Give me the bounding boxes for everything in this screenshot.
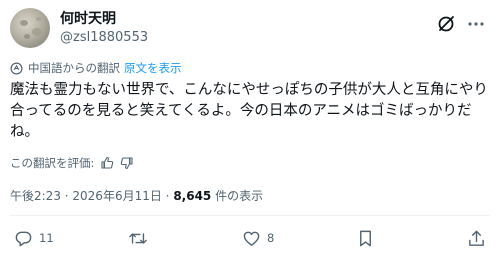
translation-notice-text: 中国語からの翻訳 [28,61,120,75]
like-count: 8 [267,231,275,245]
reply-button[interactable]: 11 [14,226,54,250]
reply-count: 11 [39,231,54,245]
author-handle[interactable]: @zsl1880553 [60,29,148,47]
reply-icon [15,231,32,246]
retweet-icon [129,232,147,244]
rate-translation: この翻訳を評価: [10,155,134,171]
share-icon [469,230,484,246]
translate-icon [10,62,23,74]
show-original-link[interactable]: 原文を表示 [124,60,182,76]
meta-separator: · [161,189,174,203]
avatar[interactable] [10,8,50,48]
author-names: 何时天明 @zsl1880553 [60,10,148,47]
more-icon[interactable] [466,14,486,34]
thumbs-down-icon[interactable] [120,156,134,170]
like-button[interactable]: 8 [242,226,274,250]
author-display-name[interactable]: 何时天明 [60,10,148,28]
heart-icon [243,231,260,246]
translation-notice: 中国語からの翻訳 原文を表示 [10,60,182,76]
retweet-button[interactable] [128,226,154,250]
tweet-date[interactable]: 2026年6月11日 [72,189,161,203]
rate-translation-label: この翻訳を評価: [10,156,95,170]
meta-separator: · [60,189,73,203]
thumbs-up-icon[interactable] [100,156,114,170]
action-bar: 11 8 [10,226,490,250]
bookmark-button[interactable] [356,226,375,250]
tweet-time[interactable]: 午後2:23 [10,189,61,203]
tweet-text: 魔法も霊力もない世界で、こんなにやせっぽちの子供が大人と互角にやり合ってるのを見… [10,82,488,140]
tweet-header: 何时天明 @zsl1880553 [10,8,490,48]
bookmark-icon [360,230,371,246]
share-button[interactable] [467,226,486,250]
grok-icon[interactable] [436,14,456,34]
view-count-label: 件の表示 [211,189,264,203]
divider [10,215,490,216]
view-count[interactable]: 8,645 [173,189,211,203]
tweet-meta: 午後2:23 · 2026年6月11日 · 8,645 件の表示 [10,187,263,205]
